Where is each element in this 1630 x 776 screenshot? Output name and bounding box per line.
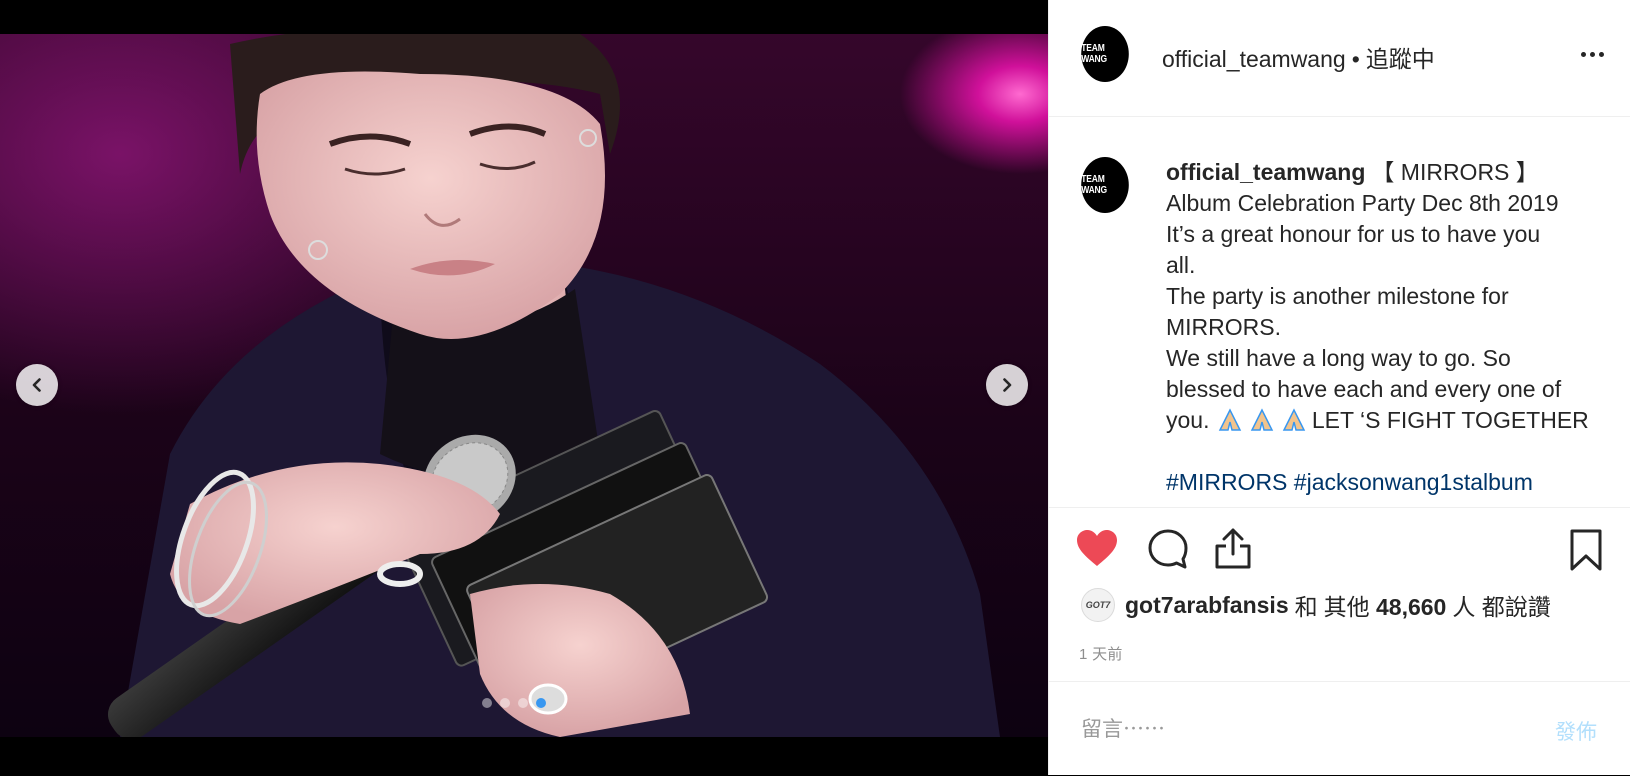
header-user-line: official_teamwang • 追蹤中 — [1162, 40, 1435, 74]
heart-icon[interactable] — [1075, 528, 1119, 568]
caption-line: blessed to have each and every one of — [1166, 376, 1562, 402]
caption-line: Album Celebration Party Dec 8th 2019 — [1166, 190, 1559, 216]
likes-connector: 和 — [1294, 594, 1318, 620]
more-icon-dot — [1589, 51, 1595, 57]
chevron-left-icon — [32, 378, 41, 392]
username-link[interactable]: official_teamwang — [1162, 46, 1346, 72]
separator: • — [1351, 46, 1360, 72]
carousel-indicator — [482, 698, 546, 708]
caption-username-link[interactable]: official_teamwang — [1166, 159, 1365, 185]
caption-line: all. — [1166, 252, 1196, 278]
caption-line: The party is another milestone for — [1166, 283, 1509, 309]
post-timestamp[interactable]: 1 天前 — [1079, 643, 1123, 664]
caption-line: MIRRORS. — [1166, 314, 1281, 340]
more-icon — [1580, 51, 1586, 57]
caption-text: LET ‘S FIGHT TOGETHER — [1311, 407, 1589, 433]
prev-photo-button[interactable] — [16, 364, 58, 406]
bookmark-icon[interactable] — [1569, 528, 1603, 572]
likes-suffix: 人 都說讚 — [1452, 594, 1551, 620]
caption-line: It’s a great honour for us to have you — [1166, 221, 1541, 247]
post-actions — [1049, 507, 1630, 592]
carousel-dot — [500, 698, 510, 708]
caption-line: We still have a long way to go. So — [1166, 345, 1511, 371]
post-photo — [0, 34, 1048, 737]
photo-illustration — [107, 34, 1000, 737]
likes-others-prefix: 其他 — [1323, 594, 1370, 620]
hashtag-link[interactable]: #MIRRORS — [1166, 469, 1287, 495]
follow-status-button[interactable]: 追蹤中 — [1366, 46, 1435, 72]
caption-avatar[interactable]: TEAM WANG — [1081, 157, 1129, 213]
folded-hands-icon — [1218, 408, 1242, 431]
caption-area: TEAM WANG official_teamwang 【 MIRRORS 】 A… — [1049, 117, 1630, 507]
liker-username-link[interactable]: got7arabfansis — [1125, 592, 1289, 619]
comment-icon[interactable] — [1147, 528, 1189, 570]
more-icon-dot — [1598, 51, 1604, 57]
post-comment-button[interactable]: 發佈 — [1555, 716, 1597, 746]
hashtag-link[interactable]: #jacksonwang1stalbum — [1294, 469, 1533, 495]
post-media — [0, 0, 1048, 775]
caption-line-0: official_teamwang 【 MIRRORS 】 — [1166, 157, 1596, 188]
post-side-panel: TEAM WANG official_teamwang • 追蹤中 TEAM WAN… — [1048, 0, 1630, 775]
post-caption: official_teamwang 【 MIRRORS 】 Album Celeb… — [1166, 157, 1596, 498]
post-header: TEAM WANG official_teamwang • 追蹤中 — [1049, 0, 1630, 117]
carousel-dot — [518, 698, 528, 708]
chevron-right-icon — [1003, 378, 1012, 392]
carousel-dot — [482, 698, 492, 708]
likes-others-link[interactable]: 其他 48,660 — [1324, 588, 1447, 622]
folded-hands-icon — [1250, 408, 1274, 431]
caption-hashtags: #MIRRORS #jacksonwang1stalbum — [1166, 467, 1596, 498]
liker-avatar[interactable]: GOT7 — [1081, 588, 1115, 622]
share-icon[interactable] — [1213, 526, 1253, 570]
comment-form: 發佈 — [1049, 681, 1630, 776]
more-options-button[interactable] — [1575, 40, 1609, 68]
caption-line-emoji: you. LET ‘S FIGHT TOGETHER — [1166, 405, 1596, 436]
carousel-dot-active — [536, 698, 546, 708]
avatar[interactable]: TEAM WANG — [1081, 26, 1129, 82]
next-photo-button[interactable] — [986, 364, 1028, 406]
caption-text: you. — [1166, 407, 1210, 433]
folded-hands-icon — [1282, 408, 1306, 431]
comment-input[interactable] — [1079, 712, 1503, 748]
caption-text: 【 MIRRORS 】 — [1371, 159, 1539, 185]
likes-summary: GOT7 got7arabfansis 和 其他 48,660 人 都說讚 — [1081, 588, 1557, 622]
likes-count: 48,660 — [1376, 594, 1447, 620]
